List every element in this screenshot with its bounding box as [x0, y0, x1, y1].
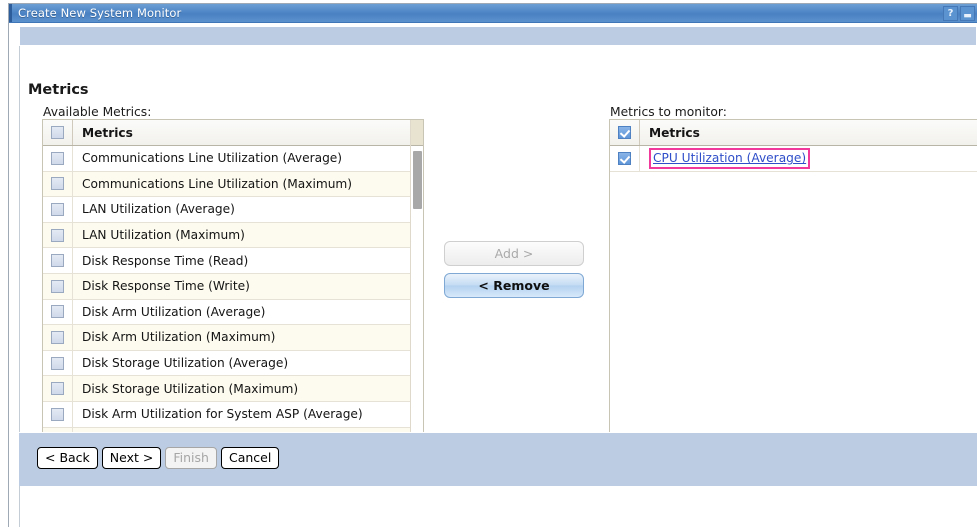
row-checkbox-cell[interactable] — [43, 222, 73, 248]
metric-checkbox[interactable] — [51, 202, 64, 216]
metric-name: Disk Response Time (Read) — [82, 253, 249, 268]
available-metric-row[interactable]: Communications Line Utilization (Maximum… — [43, 171, 410, 198]
scrollbar-track[interactable] — [411, 147, 423, 479]
available-metric-row[interactable]: Disk Arm Utilization (Average) — [43, 299, 410, 326]
available-list-scrollbar[interactable] — [410, 120, 423, 479]
selected-metrics-rows: Metrics CPU Utilization (Average) — [610, 120, 977, 479]
available-metric-row[interactable]: Disk Arm Utilization for System ASP (Ave… — [43, 401, 410, 428]
metric-name: LAN Utilization (Maximum) — [82, 228, 245, 243]
selected-metrics-list[interactable]: Metrics CPU Utilization (Average) — [609, 119, 977, 480]
select-all-checkbox[interactable] — [51, 126, 64, 139]
metric-checkbox[interactable] — [51, 254, 64, 268]
finish-button: Finish — [165, 447, 217, 469]
metric-checkbox[interactable] — [618, 151, 631, 165]
header-checkbox-cell[interactable] — [43, 120, 73, 145]
transfer-buttons: Add > < Remove — [444, 241, 584, 305]
available-metric-row[interactable]: Disk Storage Utilization (Average) — [43, 350, 410, 377]
back-button[interactable]: < Back — [37, 447, 98, 469]
available-metric-row[interactable]: Disk Response Time (Write) — [43, 273, 410, 300]
page-title: Metrics — [28, 82, 89, 98]
available-metrics-list[interactable]: Metrics Communications Line Utilization … — [42, 119, 424, 480]
row-checkbox-cell[interactable] — [610, 146, 640, 171]
selected-header-label: Metrics — [649, 125, 700, 140]
window-titlebar: Create New System Monitor ? ▬ — [9, 4, 977, 23]
available-metric-row[interactable]: LAN Utilization (Average) — [43, 197, 410, 223]
available-list-header-row: Metrics — [43, 120, 410, 146]
row-checkbox-cell[interactable] — [43, 376, 73, 401]
metric-link-cell: CPU Utilization (Average) — [640, 147, 811, 170]
metric-checkbox[interactable] — [51, 407, 64, 421]
metric-name: Disk Arm Utilization (Average) — [82, 304, 266, 319]
selected-rows-container: CPU Utilization (Average) — [610, 146, 977, 172]
available-metric-row[interactable]: Disk Storage Utilization (Maximum) — [43, 376, 410, 402]
selected-header-checkbox-cell[interactable] — [610, 120, 640, 145]
available-metric-row[interactable]: Disk Arm Utilization (Maximum) — [43, 325, 410, 351]
metric-link[interactable]: CPU Utilization (Average) — [649, 148, 811, 170]
row-checkbox-cell[interactable] — [43, 146, 73, 171]
row-checkbox-cell[interactable] — [43, 350, 73, 376]
wizard-buttons: < Back Next > Finish Cancel — [37, 447, 280, 469]
cancel-button[interactable]: Cancel — [220, 447, 280, 469]
metric-name: Communications Line Utilization (Average… — [82, 151, 343, 166]
metric-name: Communications Line Utilization (Maximum… — [82, 176, 353, 191]
metric-name: LAN Utilization (Average) — [82, 202, 235, 217]
screenshot-root: Create New System Monitor ? ▬ Metrics Av… — [0, 0, 977, 527]
metric-checkbox[interactable] — [51, 330, 64, 344]
scrollbar-thumb[interactable] — [413, 151, 422, 209]
dialog-subheader-bar — [19, 27, 977, 46]
available-metric-row[interactable]: Disk Response Time (Read) — [43, 248, 410, 274]
row-checkbox-cell[interactable] — [43, 171, 73, 197]
metric-name: Disk Storage Utilization (Average) — [82, 356, 289, 371]
selected-metrics-label: Metrics to monitor: — [610, 105, 727, 119]
selected-metric-row[interactable]: CPU Utilization (Average) — [610, 146, 977, 172]
metric-checkbox[interactable] — [51, 382, 64, 396]
scrollbar-corner — [411, 120, 423, 146]
titlebar-controls: ? ▬ — [943, 6, 975, 21]
next-button[interactable]: Next > — [101, 447, 162, 469]
available-rows-container: Communications Line Utilization (Average… — [43, 146, 410, 454]
row-checkbox-cell[interactable] — [43, 299, 73, 325]
metric-name: Disk Arm Utilization for System ASP (Ave… — [82, 407, 363, 422]
row-checkbox-cell[interactable] — [43, 273, 73, 299]
row-checkbox-cell[interactable] — [43, 248, 73, 273]
selected-list-header-row: Metrics — [610, 120, 977, 146]
metric-name: Disk Storage Utilization (Maximum) — [82, 381, 299, 396]
dialog-footer: < Back Next > Finish Cancel — [19, 432, 977, 486]
metric-name: Disk Response Time (Write) — [82, 279, 250, 294]
available-metrics-label: Available Metrics: — [43, 105, 152, 119]
titlebar-accent — [9, 4, 12, 22]
help-icon[interactable]: ? — [943, 6, 958, 21]
row-checkbox-cell[interactable] — [43, 325, 73, 350]
row-checkbox-cell[interactable] — [43, 197, 73, 222]
metric-checkbox[interactable] — [51, 305, 64, 319]
selected-select-all-checkbox[interactable] — [618, 126, 631, 139]
available-metrics-rows: Metrics Communications Line Utilization … — [43, 120, 410, 479]
minimize-icon[interactable]: ▬ — [960, 6, 975, 21]
dialog-window: Create New System Monitor ? ▬ Metrics Av… — [8, 3, 977, 527]
metric-checkbox[interactable] — [51, 279, 64, 293]
add-button[interactable]: Add > — [444, 241, 584, 266]
row-checkbox-cell[interactable] — [43, 401, 73, 427]
metric-checkbox[interactable] — [51, 177, 64, 191]
available-header-label: Metrics — [82, 125, 133, 140]
window-title: Create New System Monitor — [18, 5, 182, 20]
remove-button[interactable]: < Remove — [444, 273, 584, 298]
available-metric-row[interactable]: LAN Utilization (Maximum) — [43, 222, 410, 249]
metric-name: Disk Arm Utilization (Maximum) — [82, 330, 276, 345]
metric-checkbox[interactable] — [51, 356, 64, 370]
metric-checkbox[interactable] — [51, 228, 64, 242]
available-metric-row[interactable]: Communications Line Utilization (Average… — [43, 146, 410, 172]
metric-checkbox[interactable] — [51, 151, 64, 165]
